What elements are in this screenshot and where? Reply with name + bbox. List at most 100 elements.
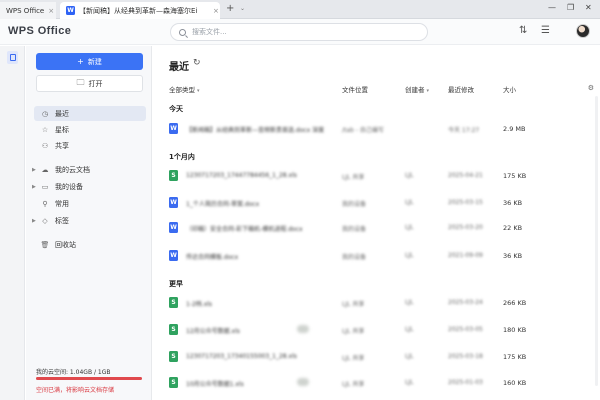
file-name: 1_个人简历合同-草案.docx — [186, 201, 260, 208]
file-row[interactable]: S 1-2档.xls LJL 共享 LJL 2025-03-24 266 KB — [164, 294, 594, 314]
add-tab-icon[interactable]: + — [226, 3, 234, 14]
sidebar-item-label: 常用 — [55, 199, 69, 208]
file-name: 1230717203_17340155003_1_28.xls — [186, 353, 297, 360]
scrollbar[interactable] — [595, 96, 598, 386]
file-creator: LJL — [405, 353, 414, 360]
file-size: 2.9 MB — [503, 125, 526, 133]
cloud-quota-bar — [36, 377, 142, 380]
expand-caret-icon[interactable]: ▶ — [32, 184, 36, 190]
app-header: WPS Office ⇅ ☰ — [0, 19, 600, 45]
file-name: 1-2档.xls — [186, 301, 213, 308]
shared-avatar-icon — [297, 378, 309, 386]
column-header-label: 创建者 — [405, 86, 425, 94]
sidebar-item-label: 我的设备 — [55, 182, 83, 191]
file-creator: LJL — [405, 379, 414, 386]
quota-warning[interactable]: 空间已满，将影响云文档存储 — [36, 385, 114, 394]
sheet-doc-icon: S — [169, 170, 178, 181]
file-modified: 今天 17:27 — [448, 127, 480, 134]
file-row[interactable]: S 1230717203_17447784456_1_28.xls LJL 共享… — [164, 167, 594, 187]
file-modified: 2025-03-15 — [448, 199, 483, 206]
file-row[interactable]: S 12月公众号数据.xls LJL 共享 LJL 2025-03-05 180… — [164, 321, 594, 341]
sidebar-item-trash[interactable]: 🗑 回收站 — [34, 237, 146, 252]
file-location: 我的设备 — [342, 226, 367, 233]
file-row[interactable]: W 1_个人简历合同-草案.docx 我的设备 LJL 2025-03-15 3… — [164, 194, 594, 214]
cloud-sync-icon[interactable]: ⇅ — [519, 25, 527, 36]
tag-icon: ◇ — [42, 216, 48, 225]
restore-icon[interactable]: ❐ — [567, 3, 574, 12]
sidebar-item-tags[interactable]: ▶ ◇ 标签 — [32, 213, 146, 228]
file-row[interactable]: W 【新闻稿】从经典到革新—音频新贵首选.docx 深度 /tab - 自己编写… — [164, 120, 594, 140]
file-location: LJL 共享 — [342, 328, 365, 335]
tab-close-icon[interactable]: × — [48, 7, 54, 15]
documents-icon[interactable] — [7, 51, 18, 64]
new-button-label: 新建 — [87, 57, 102, 66]
sidebar-item-recent[interactable]: ◷ 最近 — [34, 106, 146, 121]
file-size: 175 KB — [503, 172, 527, 180]
file-row[interactable]: S 1230717203_17340155003_1_28.xls LJL 共享… — [164, 348, 594, 368]
folder-icon: 🗀 — [76, 77, 85, 87]
cloud-quota-fill — [36, 377, 142, 380]
file-size: 175 KB — [503, 353, 527, 361]
chevron-down-icon: ▾ — [197, 88, 200, 94]
file-name: 12月公众号数据.xls — [186, 328, 240, 335]
tab-label: WPS Office — [6, 6, 45, 15]
file-modified: 2025-01-03 — [448, 379, 483, 386]
file-row[interactable]: W 传达合同模板.docx 我的设备 LJL 2021-09-09 36 KB — [164, 247, 594, 267]
file-modified: 2025-04-21 — [448, 172, 483, 179]
open-button[interactable]: 🗀 打开 — [36, 75, 143, 92]
file-modified: 2025-03-24 — [448, 299, 483, 306]
column-settings-icon[interactable]: ⚙ — [588, 84, 594, 92]
file-location: 我的设备 — [342, 201, 367, 208]
file-row[interactable]: W （印稿）安全合同-彩下稿机-模机进程.docx 我的设备 LJL 2025-… — [164, 219, 594, 239]
file-creator: LJL — [405, 326, 414, 333]
word-doc-icon: W — [169, 123, 178, 134]
sidebar-item-label: 星标 — [55, 125, 69, 134]
avatar[interactable] — [576, 24, 590, 38]
sheet-doc-icon: S — [169, 324, 178, 335]
file-name: 10月公众号数据1.xls — [186, 381, 244, 388]
column-modified[interactable]: 最近修改 — [448, 84, 474, 94]
file-location: LJL 共享 — [342, 174, 365, 181]
tab-close-icon[interactable]: × — [213, 7, 219, 15]
column-type-filter[interactable]: 全部类型 ▾ — [169, 84, 200, 94]
file-name: 传达合同模板.docx — [186, 254, 239, 261]
device-icon: ▭ — [41, 182, 49, 191]
sheet-doc-icon: S — [169, 297, 178, 308]
settings-sliders-icon[interactable]: ☰ — [541, 25, 550, 36]
refresh-icon[interactable]: ↻ — [193, 58, 201, 68]
shared-avatar-icon — [297, 325, 309, 333]
tab-list-chevron-icon[interactable]: ⌄ — [240, 5, 245, 12]
file-modified: 2025-03-18 — [448, 353, 483, 360]
sidebar-item-starred[interactable]: ☆ 星标 — [34, 122, 146, 137]
file-row[interactable]: S 10月公众号数据1.xls LJL 共享 LJL 2025-01-03 16… — [164, 374, 594, 394]
search-input[interactable] — [192, 28, 392, 36]
expand-caret-icon[interactable]: ▶ — [32, 167, 36, 173]
sidebar-item-shared[interactable]: ⚇ 共享 — [34, 138, 146, 153]
wps-logo: WPS Office — [8, 25, 72, 37]
column-header-label: 全部类型 — [169, 86, 195, 94]
open-button-label: 打开 — [88, 79, 103, 88]
tab-document[interactable]: W 【新闻稿】从经典到革新—森海塞尔Ei × — [60, 2, 220, 19]
column-creator-filter[interactable]: 创建者 ▾ — [405, 84, 429, 94]
expand-caret-icon[interactable]: ▶ — [32, 218, 36, 224]
window-close-icon[interactable]: ✕ — [585, 3, 592, 12]
file-modified: 2021-09-09 — [448, 252, 483, 259]
tab-wps-office[interactable]: WPS Office × — [0, 2, 56, 19]
sidebar: + 新建 🗀 打开 ◷ 最近 ☆ 星标 ⚇ 共享 ▶ ☁ 我的云文档 ▶ ▭ 我… — [26, 46, 152, 400]
file-modified: 2025-03-20 — [448, 224, 483, 231]
file-location: LJL 共享 — [342, 301, 365, 308]
file-size: 36 KB — [503, 199, 523, 207]
file-size: 180 KB — [503, 326, 527, 334]
sidebar-item-frequent[interactable]: ⚲ 常用 — [34, 196, 146, 211]
clock-icon: ◷ — [41, 109, 49, 118]
section-earlier: 更早 — [169, 280, 183, 288]
page-title: 最近 — [169, 62, 189, 73]
sidebar-item-cloud-docs[interactable]: ▶ ☁ 我的云文档 — [32, 162, 146, 177]
new-button[interactable]: + 新建 — [36, 53, 143, 70]
file-location: LJL 共享 — [342, 355, 365, 362]
minimize-icon[interactable]: — — [548, 3, 556, 12]
main-panel: 最近 ↻ 全部类型 ▾ 文件位置 创建者 ▾ 最近修改 大小 ⚙ 今天 W 【新闻稿… — [152, 46, 600, 400]
search-box[interactable] — [170, 23, 428, 41]
sidebar-item-my-devices[interactable]: ▶ ▭ 我的设备 — [32, 179, 146, 194]
file-size: 160 KB — [503, 379, 527, 387]
